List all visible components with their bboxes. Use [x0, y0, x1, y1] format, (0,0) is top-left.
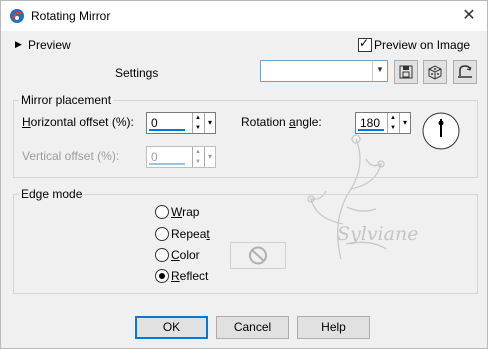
title-bar: Rotating Mirror ✕ — [1, 1, 487, 31]
horizontal-offset-value[interactable]: 0 — [151, 116, 158, 130]
preview-toggle-label[interactable]: Preview — [28, 38, 71, 52]
vertical-offset-label: Vertical offset (%): — [22, 149, 120, 163]
slider-popup-icon[interactable]: ▾ — [204, 113, 215, 133]
close-icon[interactable]: ✕ — [457, 5, 481, 27]
preview-on-image-checkbox[interactable] — [358, 36, 372, 52]
repeat-label[interactable]: Repeat — [171, 227, 210, 241]
color-swatch[interactable] — [230, 242, 286, 269]
disabled-icon — [249, 246, 267, 265]
vertical-offset-spinner[interactable]: 0 ▲ ▼ ▾ — [146, 146, 216, 168]
angle-dial[interactable] — [421, 111, 461, 151]
chevron-down-icon[interactable]: ▼ — [372, 61, 387, 81]
window-title: Rotating Mirror — [31, 9, 111, 23]
spin-arrows-icon[interactable]: ▲ ▼ — [192, 147, 203, 167]
color-label[interactable]: Color — [171, 248, 200, 262]
slider-popup-icon[interactable]: ▾ — [399, 113, 410, 133]
app-icon — [10, 9, 24, 23]
mirror-placement-title: Mirror placement — [19, 93, 114, 107]
reflect-label[interactable]: Reflect — [171, 269, 208, 283]
wrap-radio[interactable] — [155, 205, 169, 219]
edge-mode-title: Edge mode — [19, 187, 85, 201]
preview-on-image-label[interactable]: Preview on Image — [374, 38, 470, 52]
repeat-radio[interactable] — [155, 227, 169, 241]
horizontal-offset-bar — [149, 129, 185, 131]
rotation-angle-value[interactable]: 180 — [360, 116, 380, 130]
dice-icon — [428, 65, 442, 80]
reset-icon — [458, 65, 472, 78]
color-radio[interactable] — [155, 248, 169, 262]
save-icon — [399, 65, 413, 79]
rotation-angle-bar — [358, 129, 384, 131]
ok-button[interactable]: OK — [135, 316, 208, 339]
expand-triangle-icon[interactable]: ▶ — [15, 39, 22, 50]
slider-popup-icon[interactable]: ▾ — [204, 147, 215, 167]
horizontal-offset-label: Horizontal offset (%): — [22, 115, 134, 129]
save-preset-button[interactable] — [394, 60, 418, 84]
spin-arrows-icon[interactable]: ▲ ▼ — [192, 113, 203, 133]
vertical-offset-value[interactable]: 0 — [151, 150, 158, 164]
rotation-angle-label: Rotation angle: — [241, 115, 322, 129]
cancel-button[interactable]: Cancel — [216, 316, 289, 339]
horizontal-offset-spinner[interactable]: 0 ▲ ▼ ▾ — [146, 112, 216, 134]
reset-button[interactable] — [453, 60, 477, 84]
wrap-label[interactable]: Wrap — [171, 205, 199, 219]
reflect-radio[interactable] — [155, 269, 169, 283]
spin-arrows-icon[interactable]: ▲ ▼ — [387, 113, 398, 133]
rotation-angle-spinner[interactable]: 180 ▲ ▼ ▾ — [355, 112, 411, 134]
vertical-offset-bar — [149, 163, 185, 165]
settings-combobox[interactable]: ▼ — [260, 60, 388, 82]
randomize-button[interactable] — [423, 60, 447, 84]
help-button[interactable]: Help — [297, 316, 370, 339]
settings-label: Settings — [115, 66, 159, 80]
dialog-window: Rotating Mirror ✕ ▶ Preview Preview on I… — [0, 0, 488, 349]
